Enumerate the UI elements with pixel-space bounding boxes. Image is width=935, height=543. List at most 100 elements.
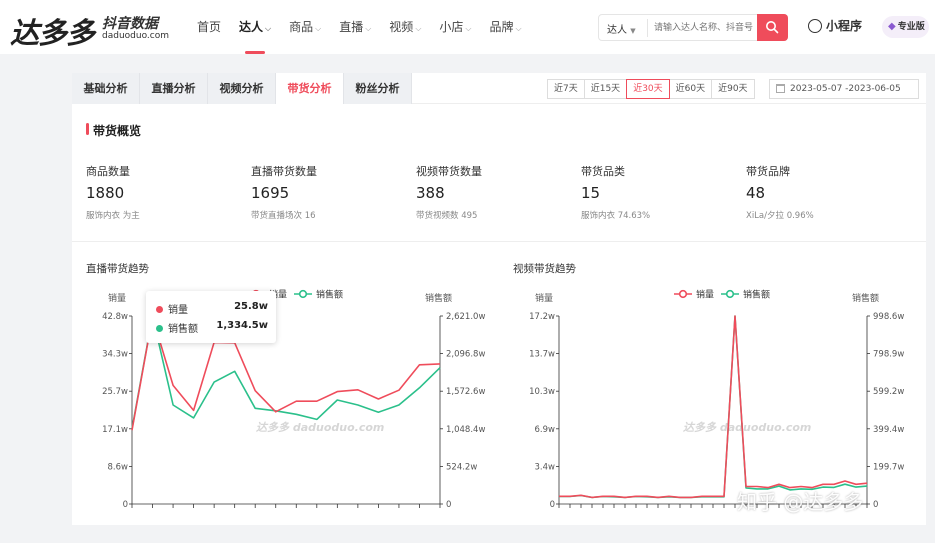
analysis-tabs: 基础分析 直播分析 视频分析 带货分析 粉丝分析 [72, 73, 412, 104]
stat-sub: 带货直播场次 16 [251, 211, 316, 221]
tooltip-value: 1,334.5w [216, 320, 268, 331]
chart-title-live: 直播带货趋势 [86, 263, 149, 275]
chart-watermark: 达多多 daduoduo.com [256, 421, 384, 434]
search-input[interactable] [647, 19, 755, 37]
tab-fans[interactable]: 粉丝分析 [344, 73, 412, 104]
tick-label-left: 0 [550, 500, 555, 510]
mini-program-label: 小程序 [826, 19, 863, 33]
video-trend-chart: 销量 销售额 销量 销售额 0 0 3.4w 199.7w 6.9w 399.4w 10.3w 599… [499, 281, 904, 517]
stat-value: 388 [416, 184, 445, 202]
mini-program-link[interactable]: 小程序 [808, 17, 862, 34]
nav-video[interactable]: 视频 ⌵ [382, 0, 428, 54]
tick-label-left: 25.7w [102, 387, 128, 397]
stat-live-sales: 直播带货数量 1695 带货直播场次 16 [251, 163, 411, 221]
tooltip-label-text: 销量 [168, 305, 188, 316]
chevron-down-icon: ⌵ [315, 24, 322, 33]
tick-label-left: 13.7w [529, 350, 555, 360]
section-title: 带货概览 [86, 122, 141, 139]
tick-label-left: 3.4w [535, 462, 556, 472]
nav-live-label: 直播 [339, 20, 364, 34]
legend-label: 销售额 [743, 289, 770, 301]
tick-label-left: 8.6w [108, 462, 129, 472]
nav-brand[interactable]: 品牌 ⌵ [482, 0, 528, 54]
chart-svg: 销量 销售额 销量 销售额 0 0 3.4w 199.7w 6.9w 399.4w 10.3w 599… [529, 289, 904, 511]
legend-label: 销售额 [316, 289, 343, 301]
chevron-down-icon: ⌵ [515, 24, 522, 33]
nav-live[interactable]: 直播 ⌵ [332, 0, 378, 54]
tick-label-right: 798.9w [873, 350, 904, 360]
stat-brands: 带货品牌 48 XiLa/夕拉 0.96% [746, 163, 906, 221]
chart-watermark: 达多多 daduoduo.com [683, 421, 811, 434]
tick-label-right: 399.4w [873, 425, 904, 435]
divider [72, 241, 926, 242]
stat-categories: 带货品类 15 服饰内衣 74.63% [581, 163, 741, 221]
nav-home[interactable]: 首页 [190, 0, 228, 54]
nav-brand-label: 品牌 [489, 20, 514, 34]
tooltip-label: 销售额 [156, 320, 198, 335]
nav-products[interactable]: 商品 ⌵ [282, 0, 328, 54]
tick-label-left: 17.2w [529, 312, 555, 322]
nav-talent[interactable]: 达人 ⌵ [232, 0, 278, 54]
y-axis-title-right: 销售额 [425, 292, 452, 304]
main-nav: 首页 达人 ⌵ 商品 ⌵ 直播 ⌵ 视频 ⌵ 小店 ⌵ 品牌 ⌵ [190, 0, 533, 54]
search-button[interactable] [757, 14, 788, 41]
stat-sub: 带货视频数 495 [416, 211, 478, 221]
tab-video[interactable]: 视频分析 [208, 73, 276, 104]
tooltip-dot [156, 306, 163, 313]
tab-sales[interactable]: 带货分析 [276, 73, 344, 104]
tab-basic[interactable]: 基础分析 [72, 73, 140, 104]
nav-talent-label: 达人 [239, 20, 264, 34]
tick-label-right: 199.7w [873, 462, 904, 472]
tab-live[interactable]: 直播分析 [140, 73, 208, 104]
pro-badge[interactable]: ◆ 专业版 [882, 16, 929, 38]
stat-label: 直播带货数量 [251, 165, 317, 178]
stat-value: 1695 [251, 184, 290, 202]
logo[interactable]: 达多多 [10, 10, 95, 52]
tooltip-row: 销量 25.8w [156, 301, 268, 316]
tick-label-right: 0 [446, 500, 451, 510]
watermark: 知乎 @达多多 [737, 490, 864, 514]
legend-label: 销量 [696, 289, 714, 301]
legend-marker [725, 289, 735, 299]
tick-label-right: 998.6w [873, 312, 904, 322]
stat-label: 视频带货数量 [416, 165, 482, 178]
tick-label-left: 42.8w [102, 312, 128, 322]
stat-sub: 服饰内衣 为主 [86, 211, 140, 221]
legend-marker [298, 289, 308, 299]
y-axis-title-right: 销售额 [852, 292, 879, 304]
chart-title-video: 视频带货趋势 [513, 263, 576, 275]
nav-shop[interactable]: 小店 ⌵ [432, 0, 478, 54]
stat-value: 15 [581, 184, 601, 202]
tooltip-dot [156, 325, 163, 332]
range-30d[interactable]: 近30天 [626, 79, 670, 99]
tick-label-left: 34.3w [102, 350, 128, 360]
tooltip-value: 25.8w [234, 301, 268, 312]
stat-label: 带货品牌 [746, 165, 790, 178]
tick-label-right: 2,621.0w [446, 312, 485, 322]
divider [412, 103, 926, 104]
date-picker[interactable]: 2023-05-07 -2023-06-05 [769, 79, 919, 99]
search-type-label: 达人 [607, 25, 627, 36]
range-15d[interactable]: 近15天 [583, 79, 628, 99]
nav-home-label: 首页 [197, 20, 222, 34]
stat-label: 带货品类 [581, 165, 625, 178]
tooltip-label: 销量 [156, 301, 188, 316]
chevron-down-icon: ⌵ [415, 24, 422, 33]
range-60d[interactable]: 近60天 [668, 79, 713, 99]
series-line-sales-volume [559, 315, 868, 499]
chart-tooltip: 销量 25.8w 销售额 1,334.5w [146, 291, 276, 343]
mini-program-icon [808, 19, 822, 33]
chevron-down-icon: ⌵ [265, 24, 272, 33]
logo-subtitle: 抖音数据 [102, 16, 158, 32]
nav-products-label: 商品 [289, 20, 314, 34]
tick-label-right: 2,096.8w [446, 350, 485, 360]
stat-products: 商品数量 1880 服饰内衣 为主 [86, 163, 246, 221]
tick-label-left: 10.3w [529, 387, 555, 397]
stat-value: 48 [746, 184, 766, 202]
range-90d[interactable]: 近90天 [711, 79, 755, 99]
tooltip-label-text: 销售额 [168, 324, 198, 335]
range-7d[interactable]: 近7天 [547, 79, 585, 99]
search-type-select[interactable]: 达人 ▼ [607, 21, 636, 36]
top-bar: 达多多 抖音数据 daduoduo.com 首页 达人 ⌵ 商品 ⌵ 直播 ⌵ 视频 ⌵… [0, 0, 935, 54]
stat-value: 1880 [86, 184, 125, 202]
